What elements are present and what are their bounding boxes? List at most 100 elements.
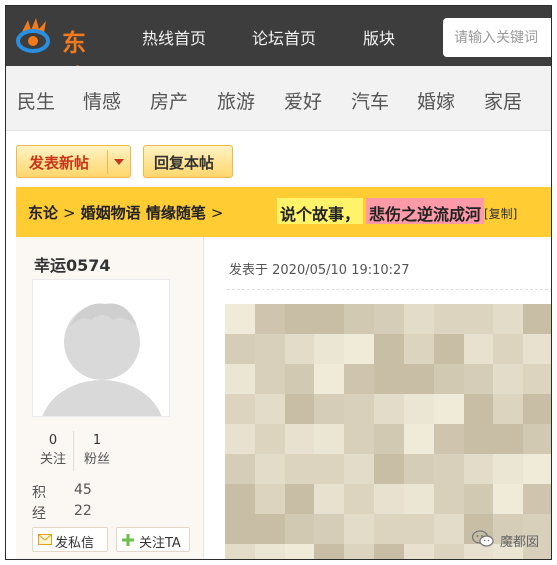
category-bar: 民生 情感 房产 旅游 爱好 汽车 婚嫁 家居 — [6, 66, 551, 131]
mosaic-tile — [403, 364, 434, 394]
category-jiaju[interactable]: 家居 — [484, 87, 522, 114]
author-sidebar: 幸运0574 0 关注 1 粉丝 积 45 经 22 发私信 关注TA — [16, 237, 204, 559]
breadcrumb-path: 东论 > 婚姻物语 情缘随笔 > — [28, 202, 228, 223]
reply-button[interactable]: 回复本帖 — [143, 145, 233, 178]
mosaic-tile — [254, 424, 285, 454]
button-divider — [107, 150, 108, 174]
stat-divider — [73, 431, 74, 471]
post-content: 幸运0574 0 关注 1 粉丝 积 45 经 22 发私信 关注TA 发表于 … — [16, 237, 551, 559]
new-post-label: 发表新帖 — [29, 154, 90, 172]
mosaic-tile — [254, 304, 285, 334]
mosaic-tile — [493, 364, 524, 394]
avatar[interactable] — [32, 279, 170, 417]
mosaic-tile — [314, 514, 345, 544]
mosaic-tile — [433, 424, 464, 454]
mosaic-tile — [314, 484, 345, 514]
mosaic-tile — [344, 304, 375, 334]
category-hunjia[interactable]: 婚嫁 — [417, 87, 455, 114]
site-logo[interactable]: 东论 — [16, 18, 111, 92]
wechat-icon — [472, 530, 494, 547]
mosaic-tile — [254, 514, 285, 544]
mosaic-tile — [374, 544, 404, 559]
mosaic-tile — [463, 484, 494, 514]
mosaic-tile — [463, 334, 494, 364]
mosaic-tile — [374, 304, 404, 334]
mosaic-tile — [433, 514, 464, 544]
following-stat[interactable]: 0 关注 — [40, 433, 66, 467]
followers-stat[interactable]: 1 粉丝 — [84, 433, 110, 467]
breadcrumb-home[interactable]: 东论 — [28, 204, 58, 222]
post-divider — [227, 289, 551, 290]
send-message-button[interactable]: 发私信 — [32, 527, 108, 552]
mosaic-tile — [225, 454, 255, 484]
category-qiche[interactable]: 汽车 — [351, 87, 389, 114]
category-qinggan[interactable]: 情感 — [83, 87, 121, 114]
action-bar: 发表新帖 回复本帖 — [6, 131, 551, 187]
mosaic-tile — [403, 514, 434, 544]
mosaic-tile — [374, 454, 404, 484]
mosaic-tile — [225, 364, 255, 394]
thread-title-part1: 说个故事， — [277, 198, 364, 224]
mosaic-tile — [463, 304, 494, 334]
followers-label: 粉丝 — [84, 452, 111, 467]
nav-forum-home[interactable]: 论坛首页 — [252, 25, 316, 49]
mosaic-tile — [314, 544, 345, 559]
breadcrumb-separator: > — [210, 204, 224, 222]
mosaic-tile — [523, 454, 551, 484]
following-label: 关注 — [40, 452, 67, 467]
post-body: 发表于 2020/05/10 19:10:27 — [205, 237, 551, 559]
post-timestamp: 发表于 2020/05/10 19:10:27 — [229, 263, 410, 278]
mosaic-tile — [403, 544, 434, 559]
nav-boards[interactable]: 版块 — [363, 25, 395, 49]
mosaic-tile — [403, 334, 434, 364]
mosaic-tile — [344, 394, 375, 424]
mosaic-tile — [403, 484, 434, 514]
search-input[interactable] — [443, 18, 551, 57]
breadcrumb-board[interactable]: 婚姻物语 情缘随笔 — [81, 204, 206, 222]
mosaic-tile — [403, 424, 434, 454]
mosaic-tile — [225, 484, 255, 514]
points-label: 积 — [32, 485, 46, 501]
mosaic-tile — [225, 544, 255, 559]
mosaic-tile — [254, 334, 285, 364]
copy-title-link[interactable]: [复制] — [484, 205, 517, 222]
watermark-label: 魔都囡 — [500, 535, 540, 550]
plus-icon — [122, 534, 134, 546]
top-navbar: 东论 热线首页 论坛首页 版块 — [6, 6, 551, 92]
following-count: 0 — [48, 433, 58, 448]
mosaic-tile — [284, 424, 315, 454]
mosaic-tile — [433, 334, 464, 364]
mosaic-tile — [344, 424, 375, 454]
category-minsheng[interactable]: 民生 — [17, 87, 55, 114]
follow-button[interactable]: 关注TA — [116, 527, 190, 552]
forum-window: 东论 热线首页 论坛首页 版块 民生 情感 房产 旅游 爱好 汽车 婚嫁 家居 … — [5, 5, 552, 560]
mosaic-tile — [225, 514, 255, 544]
mosaic-tile — [523, 364, 551, 394]
default-avatar-icon — [33, 280, 169, 416]
category-aihao[interactable]: 爱好 — [284, 87, 322, 114]
nav-hotline-home[interactable]: 热线首页 — [142, 25, 206, 49]
mosaic-tile — [314, 424, 345, 454]
mosaic-tile — [374, 514, 404, 544]
mosaic-tile — [284, 394, 315, 424]
category-fangchan[interactable]: 房产 — [150, 87, 188, 114]
mosaic-tile — [284, 514, 315, 544]
category-lvyou[interactable]: 旅游 — [217, 87, 255, 114]
mosaic-tile — [254, 484, 285, 514]
thread-title-part2: 悲伤之逆流成河 — [366, 198, 485, 224]
breadcrumb-separator: > — [63, 204, 76, 222]
mosaic-tile — [254, 544, 285, 559]
mosaic-tile — [403, 304, 434, 334]
new-post-button[interactable]: 发表新帖 — [16, 145, 131, 178]
mosaic-tile — [344, 544, 375, 559]
mosaic-tile — [433, 394, 464, 424]
search-box[interactable] — [443, 18, 551, 57]
mosaic-tile — [284, 454, 315, 484]
mosaic-tile — [374, 334, 404, 364]
mosaic-tile — [314, 304, 345, 334]
author-name[interactable]: 幸运0574 — [34, 252, 111, 276]
breadcrumb: 东论 > 婚姻物语 情缘随笔 > 说个故事， 悲伤之逆流成河 [复制] — [16, 187, 551, 237]
chevron-down-icon[interactable] — [114, 159, 124, 165]
mosaic-tile — [314, 334, 345, 364]
mosaic-tile — [374, 364, 404, 394]
